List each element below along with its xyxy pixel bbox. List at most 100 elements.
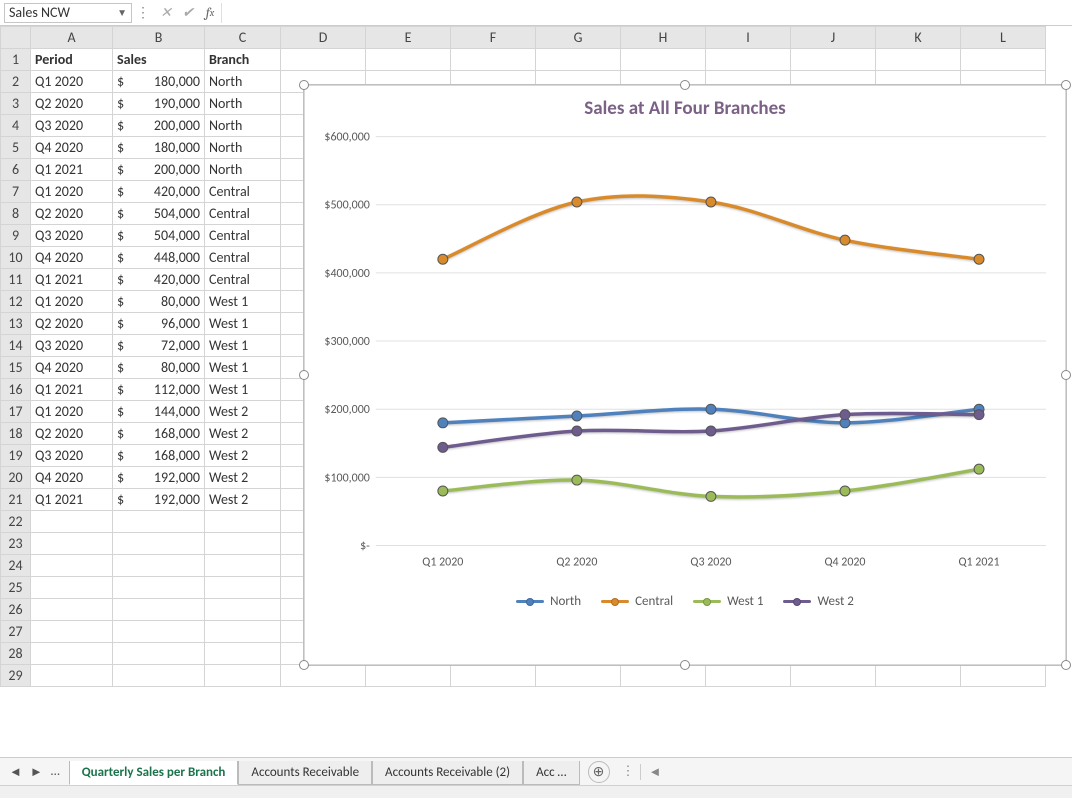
data-point[interactable] xyxy=(706,491,716,501)
cell-C26[interactable] xyxy=(205,599,281,621)
cell-B20[interactable]: $192,000 xyxy=(113,467,205,489)
cell-B3[interactable]: $190,000 xyxy=(113,93,205,115)
data-point[interactable] xyxy=(974,410,984,420)
cell-C28[interactable] xyxy=(205,643,281,665)
cell-C20[interactable]: West 2 xyxy=(205,467,281,489)
row-header-22[interactable]: 22 xyxy=(1,511,31,533)
chevron-down-icon[interactable]: ▼ xyxy=(117,6,127,19)
cell-A2[interactable]: Q1 2020 xyxy=(31,71,113,93)
cell-E29[interactable] xyxy=(366,665,451,687)
cell-A17[interactable]: Q1 2020 xyxy=(31,401,113,423)
cell-C18[interactable]: West 2 xyxy=(205,423,281,445)
cell-D29[interactable] xyxy=(281,665,366,687)
cell-A9[interactable]: Q3 2020 xyxy=(31,225,113,247)
row-header-23[interactable]: 23 xyxy=(1,533,31,555)
cell-A3[interactable]: Q2 2020 xyxy=(31,93,113,115)
cell-B12[interactable]: $80,000 xyxy=(113,291,205,313)
col-header-F[interactable]: F xyxy=(451,27,536,49)
col-header-E[interactable]: E xyxy=(366,27,451,49)
legend-item-West 1[interactable]: West 1 xyxy=(693,594,763,609)
row-header-26[interactable]: 26 xyxy=(1,599,31,621)
data-point[interactable] xyxy=(974,464,984,474)
chart-plot-area[interactable]: $- $100,000 $200,000 $300,000 $400,000 $… xyxy=(304,126,1066,586)
formula-input[interactable] xyxy=(221,3,1072,23)
select-all-corner[interactable] xyxy=(1,27,31,49)
cell-J1[interactable] xyxy=(791,49,876,71)
cell-J29[interactable] xyxy=(791,665,876,687)
cell-B1[interactable]: Sales xyxy=(113,49,205,71)
cell-B14[interactable]: $72,000 xyxy=(113,335,205,357)
row-header-12[interactable]: 12 xyxy=(1,291,31,313)
col-header-J[interactable]: J xyxy=(791,27,876,49)
cell-L1[interactable] xyxy=(961,49,1046,71)
sheet-prev-icon[interactable]: ◄ xyxy=(6,764,25,780)
cell-A13[interactable]: Q2 2020 xyxy=(31,313,113,335)
sheet-next-icon[interactable]: ► xyxy=(27,764,46,780)
col-header-D[interactable]: D xyxy=(281,27,366,49)
col-header-L[interactable]: L xyxy=(961,27,1046,49)
cell-K1[interactable] xyxy=(876,49,961,71)
col-header-A[interactable]: A xyxy=(31,27,113,49)
cell-B28[interactable] xyxy=(113,643,205,665)
cell-B16[interactable]: $112,000 xyxy=(113,379,205,401)
data-point[interactable] xyxy=(438,418,448,428)
cell-A26[interactable] xyxy=(31,599,113,621)
row-header-2[interactable]: 2 xyxy=(1,71,31,93)
cell-I1[interactable] xyxy=(706,49,791,71)
cell-C25[interactable] xyxy=(205,577,281,599)
cell-A22[interactable] xyxy=(31,511,113,533)
cell-H29[interactable] xyxy=(621,665,706,687)
cell-C24[interactable] xyxy=(205,555,281,577)
cell-A5[interactable]: Q4 2020 xyxy=(31,137,113,159)
cell-B2[interactable]: $180,000 xyxy=(113,71,205,93)
row-header-6[interactable]: 6 xyxy=(1,159,31,181)
data-point[interactable] xyxy=(572,411,582,421)
cell-C23[interactable] xyxy=(205,533,281,555)
cell-B29[interactable] xyxy=(113,665,205,687)
sheet-tab[interactable]: Accounts Receivable xyxy=(238,761,372,785)
worksheet-grid[interactable]: ABCDEFGHIJKL1PeriodSalesBranch2Q1 2020$1… xyxy=(0,26,1072,768)
row-header-16[interactable]: 16 xyxy=(1,379,31,401)
row-header-9[interactable]: 9 xyxy=(1,225,31,247)
name-box[interactable]: Sales NCW ▼ xyxy=(4,3,132,23)
tab-split-icon[interactable]: ⋮ xyxy=(618,764,640,779)
cell-B18[interactable]: $168,000 xyxy=(113,423,205,445)
cell-C19[interactable]: West 2 xyxy=(205,445,281,467)
cancel-formula-icon[interactable]: ✕ xyxy=(155,3,177,23)
resize-handle-tl[interactable] xyxy=(299,80,309,90)
cell-A19[interactable]: Q3 2020 xyxy=(31,445,113,467)
data-point[interactable] xyxy=(706,426,716,436)
resize-handle-tr[interactable] xyxy=(1061,80,1071,90)
row-header-20[interactable]: 20 xyxy=(1,467,31,489)
data-point[interactable] xyxy=(706,197,716,207)
row-header-28[interactable]: 28 xyxy=(1,643,31,665)
chart-object[interactable]: Sales at All Four Branches $- $100,000 $… xyxy=(303,84,1067,666)
cell-C6[interactable]: North xyxy=(205,159,281,181)
data-point[interactable] xyxy=(974,254,984,264)
col-header-H[interactable]: H xyxy=(621,27,706,49)
cell-C29[interactable] xyxy=(205,665,281,687)
cell-F1[interactable] xyxy=(451,49,536,71)
cell-B10[interactable]: $448,000 xyxy=(113,247,205,269)
cell-C15[interactable]: West 1 xyxy=(205,357,281,379)
data-point[interactable] xyxy=(572,426,582,436)
new-sheet-button[interactable]: ⊕ xyxy=(588,761,610,783)
name-box-resize-icon[interactable]: ⋮ xyxy=(132,4,155,21)
cell-A21[interactable]: Q1 2021 xyxy=(31,489,113,511)
cell-A16[interactable]: Q1 2021 xyxy=(31,379,113,401)
chart-title[interactable]: Sales at All Four Branches xyxy=(304,85,1066,126)
row-header-27[interactable]: 27 xyxy=(1,621,31,643)
cell-C5[interactable]: North xyxy=(205,137,281,159)
resize-handle-bl[interactable] xyxy=(299,660,309,670)
row-header-5[interactable]: 5 xyxy=(1,137,31,159)
cell-A4[interactable]: Q3 2020 xyxy=(31,115,113,137)
cell-A7[interactable]: Q1 2020 xyxy=(31,181,113,203)
cell-A28[interactable] xyxy=(31,643,113,665)
row-header-4[interactable]: 4 xyxy=(1,115,31,137)
cell-A1[interactable]: Period xyxy=(31,49,113,71)
cell-B24[interactable] xyxy=(113,555,205,577)
col-header-K[interactable]: K xyxy=(876,27,961,49)
cell-B25[interactable] xyxy=(113,577,205,599)
col-header-C[interactable]: C xyxy=(205,27,281,49)
cell-B17[interactable]: $144,000 xyxy=(113,401,205,423)
